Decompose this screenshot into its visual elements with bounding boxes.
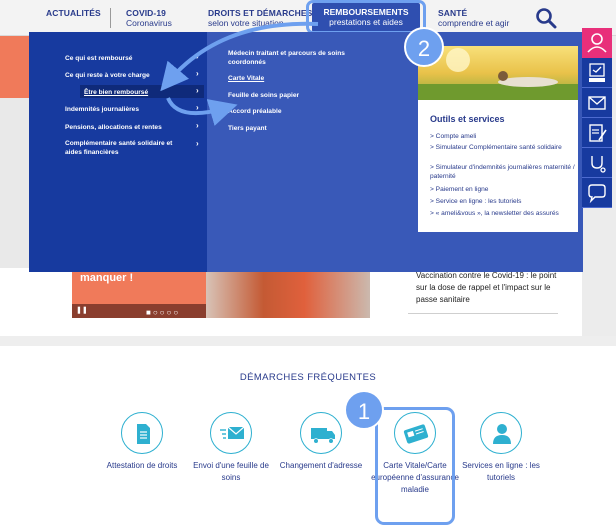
nav-actualites-label: ACTUALITÉS [46, 8, 101, 18]
news-item[interactable]: Vaccination contre le Covid-19 : le poin… [416, 270, 566, 306]
section-divider [0, 336, 616, 346]
nav-sante[interactable]: SANTÉ comprendre et agir [438, 0, 509, 36]
chevron-right-icon: › [196, 69, 199, 78]
app-root: ACTUALITÉS COVID-19 Coronavirus DROITS E… [0, 0, 616, 531]
form-icon [589, 124, 607, 142]
tools-card-title: Outils et services [430, 114, 505, 124]
messaging-icon [588, 96, 606, 110]
carousel-photo [206, 272, 370, 318]
menu-item-etre-bien-rembourse[interactable]: Être bien remboursé [84, 88, 224, 97]
step-badge-2: 2 [404, 27, 444, 67]
frequent-title: DÉMARCHES FRÉQUENTES [239, 372, 377, 383]
tools-link-compte-ameli[interactable]: > Compte ameli [430, 133, 580, 142]
carousel-controls [72, 304, 206, 318]
frequent-tutoriels[interactable]: Services en ligne : les tutoriels [456, 412, 546, 484]
mail-send-icon [210, 412, 252, 454]
menu-item-complementaire[interactable]: Complémentaire santé solidaire et aides … [65, 139, 177, 157]
frequent-attestation-label: Attestation de droits [106, 461, 178, 470]
chevron-right-icon: › [196, 121, 199, 130]
frequent-highlight-frame [375, 407, 455, 525]
submenu-accord-prealable[interactable]: Accord préalable [228, 107, 378, 116]
news-divider [408, 313, 558, 314]
account-icon [587, 33, 607, 53]
account-button[interactable] [582, 28, 612, 58]
dmp-button[interactable] [582, 58, 612, 88]
submenu-medecin-traitant[interactable]: Médecin traitant et parcours de soins co… [228, 49, 378, 67]
menu-item-pensions[interactable]: Pensions, allocations et rentes [65, 123, 205, 132]
moving-truck-icon [300, 412, 342, 454]
form-button[interactable] [582, 118, 612, 148]
chat-icon [588, 184, 606, 204]
nav-divider [110, 8, 111, 28]
nav-sante-title: SANTÉ [438, 8, 468, 18]
nav-covid-title: COVID-19 [126, 8, 167, 18]
chevron-right-icon: › [196, 52, 199, 61]
nav-covid-subtitle: Coronavirus [126, 18, 172, 28]
submenu-feuille-de-soins[interactable]: Feuille de soins papier [228, 91, 378, 100]
menu-item-ce-qui-reste[interactable]: Ce qui reste à votre charge [65, 71, 205, 80]
frequent-feuille-de-soins[interactable]: Envoi d'une feuille de soins [186, 412, 276, 484]
tools-link-tutoriels[interactable]: > Service en ligne : les tutoriels [430, 198, 580, 207]
dmp-icon [589, 63, 605, 82]
nav-sante-subtitle: comprendre et agir [438, 18, 510, 28]
nav-demarches-subtitle: selon votre situation [208, 18, 284, 28]
menu-item-ce-qui-est-rembourse[interactable]: Ce qui est remboursé [65, 54, 205, 63]
tools-link-newsletter[interactable]: > « ameli&vous », la newsletter des assu… [430, 210, 580, 219]
carousel-dots[interactable]: ■○○○○ [146, 308, 180, 317]
chevron-right-icon: › [196, 86, 199, 95]
frequent-tutoriels-label: Services en ligne : les tutoriels [462, 461, 540, 482]
menu-item-indemnites[interactable]: Indemnités journalières [65, 105, 205, 114]
carousel-banner-text: manquer ! [80, 272, 134, 284]
submenu-carte-vitale[interactable]: Carte Vitale [228, 74, 378, 83]
frequent-feuille-de-soins-label: Envoi d'une feuille de soins [193, 461, 269, 482]
user-icon [480, 412, 522, 454]
tools-link-simulateur-css[interactable]: > Simulateur Complémentaire santé solida… [430, 144, 580, 153]
tools-link-simulateur-ij[interactable]: > Simulateur d'indemnités journalières m… [430, 164, 580, 181]
tools-link-paiement[interactable]: > Paiement en ligne [430, 186, 580, 195]
frequent-attestation[interactable]: Attestation de droits [97, 412, 187, 472]
health-icon [591, 156, 606, 173]
hero-background [0, 98, 29, 268]
nav-demarches[interactable]: DROITS ET DÉMARCHES selon votre situatio… [208, 0, 312, 36]
nav-demarches-title: DROITS ET DÉMARCHES [208, 8, 313, 18]
nav-actualites[interactable]: ACTUALITÉS [46, 0, 101, 36]
messaging-button[interactable] [582, 88, 612, 118]
submenu-tiers-payant[interactable]: Tiers payant [228, 124, 378, 133]
nav-covid[interactable]: COVID-19 Coronavirus [126, 0, 172, 36]
chat-button[interactable] [582, 178, 612, 208]
frequent-changement-adresse-label: Changement d'adresse [279, 461, 363, 470]
nav-highlight-frame [306, 0, 426, 34]
pause-icon[interactable]: ❚❚ [76, 306, 88, 314]
chevron-right-icon: › [196, 103, 199, 112]
health-button[interactable] [582, 148, 612, 178]
mega-menu-subitems [207, 32, 410, 272]
search-icon[interactable] [535, 7, 557, 29]
document-icon [121, 412, 163, 454]
chevron-right-icon: › [196, 139, 199, 148]
hero-banner-left [0, 36, 29, 98]
step-badge-1: 1 [344, 390, 384, 430]
